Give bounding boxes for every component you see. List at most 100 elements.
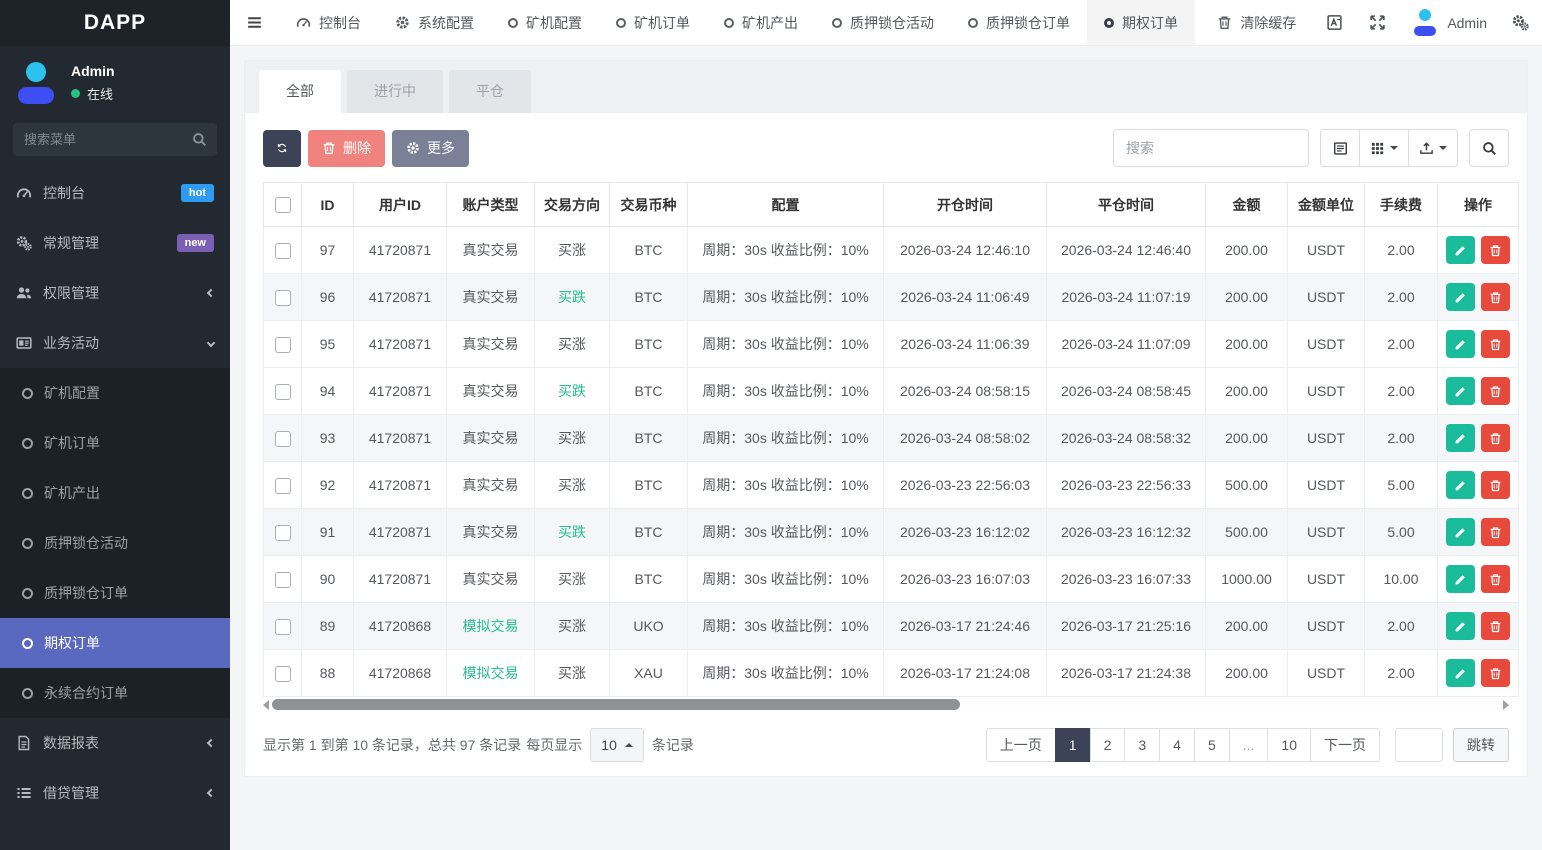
topnav-item[interactable]: 期权订单 bbox=[1087, 0, 1195, 45]
page-button[interactable]: 10 bbox=[1267, 728, 1311, 762]
columns-button[interactable] bbox=[1359, 129, 1409, 167]
hamburger-icon[interactable] bbox=[230, 0, 279, 45]
page-button[interactable]: 2 bbox=[1089, 728, 1126, 762]
edit-button[interactable] bbox=[1446, 612, 1475, 640]
table-search-input[interactable] bbox=[1113, 129, 1309, 167]
tab-active[interactable]: 全部 bbox=[259, 70, 341, 113]
clear-cache-button[interactable]: 清除缓存 bbox=[1200, 0, 1313, 45]
edit-button[interactable] bbox=[1446, 471, 1475, 499]
row-checkbox[interactable] bbox=[274, 336, 291, 353]
cell-coin: BTC bbox=[609, 273, 688, 321]
page-button[interactable]: 1 bbox=[1054, 728, 1091, 762]
page-button[interactable]: 5 bbox=[1193, 728, 1230, 762]
scrollbar-track[interactable] bbox=[272, 699, 1500, 710]
sidebar-item[interactable]: 常规管理 new bbox=[0, 218, 230, 268]
cell-user-id: 41720871 bbox=[353, 320, 447, 368]
sidebar-subitem[interactable]: 永续合约订单 bbox=[0, 668, 230, 718]
circle-icon bbox=[22, 637, 33, 649]
sidebar-search-input[interactable] bbox=[13, 123, 217, 156]
sidebar-subitem[interactable]: 矿机订单 bbox=[0, 418, 230, 468]
edit-button[interactable] bbox=[1446, 330, 1475, 358]
sidebar-item[interactable]: 业务活动 bbox=[0, 318, 230, 368]
edit-button[interactable] bbox=[1446, 518, 1475, 546]
pencil-icon bbox=[1454, 526, 1467, 539]
prev-page-button[interactable]: 上一页 bbox=[985, 728, 1056, 762]
topnav-item[interactable]: 质押锁仓订单 bbox=[951, 0, 1087, 45]
topnav-item[interactable]: 质押锁仓活动 bbox=[815, 0, 951, 45]
select-all-checkbox[interactable] bbox=[274, 197, 291, 214]
topnav-item-label: 矿机配置 bbox=[526, 14, 582, 31]
settings-gears-icon[interactable] bbox=[1499, 0, 1542, 45]
search-button[interactable] bbox=[1469, 129, 1509, 167]
topnav-user-menu[interactable]: Admin bbox=[1399, 0, 1499, 45]
row-checkbox[interactable] bbox=[274, 477, 291, 494]
row-checkbox[interactable] bbox=[274, 242, 291, 259]
page-button[interactable]: 4 bbox=[1159, 728, 1195, 762]
tab-item[interactable]: 平仓 bbox=[449, 70, 531, 113]
row-checkbox[interactable] bbox=[274, 524, 291, 541]
edit-button[interactable] bbox=[1446, 424, 1475, 452]
delete-row-button[interactable] bbox=[1481, 659, 1510, 687]
delete-row-button[interactable] bbox=[1481, 471, 1510, 499]
translate-icon[interactable] bbox=[1313, 0, 1356, 45]
edit-button[interactable] bbox=[1446, 565, 1475, 593]
cell-coin: BTC bbox=[609, 367, 688, 415]
next-page-button[interactable]: 下一页 bbox=[1310, 728, 1380, 762]
topnav-item[interactable]: 矿机产出 bbox=[707, 0, 815, 45]
refresh-button[interactable] bbox=[263, 129, 301, 167]
circle-icon bbox=[22, 537, 33, 549]
topnav-item[interactable]: 矿机订单 bbox=[599, 0, 707, 45]
delete-row-button[interactable] bbox=[1481, 424, 1510, 452]
scroll-left-icon[interactable] bbox=[263, 699, 269, 710]
delete-row-button[interactable] bbox=[1481, 612, 1510, 640]
more-button[interactable]: 更多 bbox=[392, 129, 469, 167]
circle-icon bbox=[22, 437, 33, 449]
sidebar-item[interactable]: 借贷管理 bbox=[0, 768, 230, 818]
sidebar-subitem[interactable]: 矿机产出 bbox=[0, 468, 230, 518]
edit-button[interactable] bbox=[1446, 236, 1475, 264]
scroll-right-icon[interactable] bbox=[1503, 699, 1509, 710]
sidebar-item[interactable]: 数据报表 bbox=[0, 718, 230, 768]
row-checkbox[interactable] bbox=[274, 618, 291, 635]
pencil-icon bbox=[1454, 479, 1467, 492]
cell-account-type: 真实交易 bbox=[446, 461, 535, 509]
row-checkbox[interactable] bbox=[274, 571, 291, 588]
delete-row-button[interactable] bbox=[1481, 283, 1510, 311]
jump-button[interactable]: 跳转 bbox=[1453, 728, 1509, 762]
page-size-select[interactable]: 10 bbox=[590, 728, 644, 762]
sidebar-subitem[interactable]: 期权订单 bbox=[0, 618, 230, 668]
detail-view-button[interactable] bbox=[1320, 129, 1360, 167]
column-header: 交易币种 bbox=[609, 182, 688, 227]
delete-button[interactable]: 删除 bbox=[308, 129, 385, 167]
edit-button[interactable] bbox=[1446, 377, 1475, 405]
row-checkbox[interactable] bbox=[274, 289, 291, 306]
scrollbar-thumb[interactable] bbox=[272, 699, 960, 710]
topnav-item[interactable]: 系统配置 bbox=[378, 0, 491, 45]
table-row: 88 41720868 模拟交易 买涨 XAU 周期：30s 收益比例：10% 2026-0… bbox=[263, 649, 1519, 697]
page-button[interactable]: 3 bbox=[1124, 728, 1161, 762]
row-checkbox[interactable] bbox=[274, 383, 291, 400]
topnav-item[interactable]: 矿机配置 bbox=[491, 0, 599, 45]
edit-button[interactable] bbox=[1446, 283, 1475, 311]
delete-row-button[interactable] bbox=[1481, 565, 1510, 593]
delete-row-button[interactable] bbox=[1481, 518, 1510, 546]
fullscreen-icon[interactable] bbox=[1356, 0, 1399, 45]
delete-row-button[interactable] bbox=[1481, 236, 1510, 264]
tab-item[interactable]: 进行中 bbox=[347, 70, 443, 113]
cell-id: 93 bbox=[301, 414, 354, 462]
sidebar-subitem[interactable]: 矿机配置 bbox=[0, 368, 230, 418]
row-checkbox[interactable] bbox=[274, 665, 291, 682]
orders-table: ID 用户ID 账户类型 交易方向 交易币种 配置 开仓时间 平仓时间 金额 金额单位 手续费 操作 … bbox=[263, 182, 1519, 697]
delete-row-button[interactable] bbox=[1481, 330, 1510, 358]
sidebar-item[interactable]: 权限管理 bbox=[0, 268, 230, 318]
sidebar-item[interactable]: 控制台 hot bbox=[0, 168, 230, 218]
row-checkbox[interactable] bbox=[274, 430, 291, 447]
export-button[interactable] bbox=[1408, 129, 1458, 167]
sidebar-subitem[interactable]: 质押锁仓活动 bbox=[0, 518, 230, 568]
cell-id: 95 bbox=[301, 320, 354, 368]
edit-button[interactable] bbox=[1446, 659, 1475, 687]
delete-row-button[interactable] bbox=[1481, 377, 1510, 405]
sidebar-subitem[interactable]: 质押锁仓订单 bbox=[0, 568, 230, 618]
jump-page-input[interactable] bbox=[1395, 728, 1443, 762]
topnav-item[interactable]: 控制台 bbox=[279, 0, 378, 45]
